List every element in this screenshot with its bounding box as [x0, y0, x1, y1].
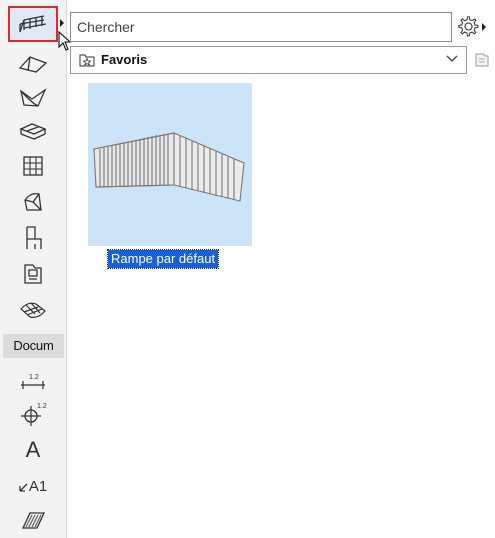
level-dimension-tool-button[interactable]: 1.2 — [12, 398, 54, 430]
railing-tool-button[interactable] — [8, 6, 58, 42]
label-icon: A1 — [19, 478, 47, 495]
curtain-wall-tool-button[interactable] — [12, 150, 54, 182]
zone-icon — [24, 264, 42, 284]
document-section-label[interactable]: Docum — [3, 334, 64, 358]
favorites-label: Favoris — [101, 52, 148, 67]
roof-tool-button[interactable] — [12, 48, 54, 80]
shell-icon — [20, 88, 47, 107]
morph-icon — [24, 192, 42, 211]
stair-icon — [19, 123, 47, 140]
tool-flyout-arrow-icon[interactable] — [60, 19, 64, 27]
railing-thumbnail[interactable] — [88, 83, 252, 246]
text-tool-button[interactable]: A — [12, 434, 54, 466]
svg-text:1.2: 1.2 — [37, 403, 47, 410]
railing-preview-image — [93, 132, 245, 202]
search-input[interactable] — [71, 13, 443, 41]
level-dimension-icon: 1.2 — [21, 403, 47, 426]
stair-tool-button[interactable] — [12, 116, 54, 148]
dimension-icon: 1.2 — [21, 374, 45, 389]
folder-icon — [475, 53, 489, 67]
mesh-tool-button[interactable] — [12, 294, 54, 326]
label-tool-button[interactable]: A1 — [12, 470, 54, 502]
morph-tool-button[interactable] — [12, 186, 54, 218]
settings-menu-button[interactable] — [458, 12, 490, 42]
fill-tool-button[interactable] — [12, 504, 54, 536]
gear-icon — [458, 16, 479, 37]
chevron-down-icon — [446, 55, 458, 62]
curtain-wall-icon — [23, 156, 43, 176]
dimension-tool-button[interactable]: 1.2 — [12, 366, 54, 398]
shell-tool-button[interactable] — [12, 82, 54, 114]
settings-arrow-icon — [482, 23, 486, 31]
svg-text:1.2: 1.2 — [29, 374, 39, 381]
toolbox-divider — [66, 0, 67, 538]
favorites-dropdown[interactable]: Favoris — [70, 46, 467, 74]
chair-icon — [26, 226, 42, 249]
railing-item-label[interactable]: Rampe par défaut — [106, 249, 220, 269]
railing-icon — [19, 15, 47, 33]
zone-tool-button[interactable] — [12, 258, 54, 290]
search-field[interactable] — [70, 12, 452, 42]
fill-icon — [21, 512, 46, 529]
text-icon: A — [25, 437, 41, 462]
roof-icon — [18, 56, 48, 73]
favorites-folder-icon — [79, 54, 95, 67]
object-tool-button[interactable] — [12, 222, 54, 254]
mesh-icon — [20, 302, 46, 318]
folder-button[interactable] — [472, 48, 492, 72]
